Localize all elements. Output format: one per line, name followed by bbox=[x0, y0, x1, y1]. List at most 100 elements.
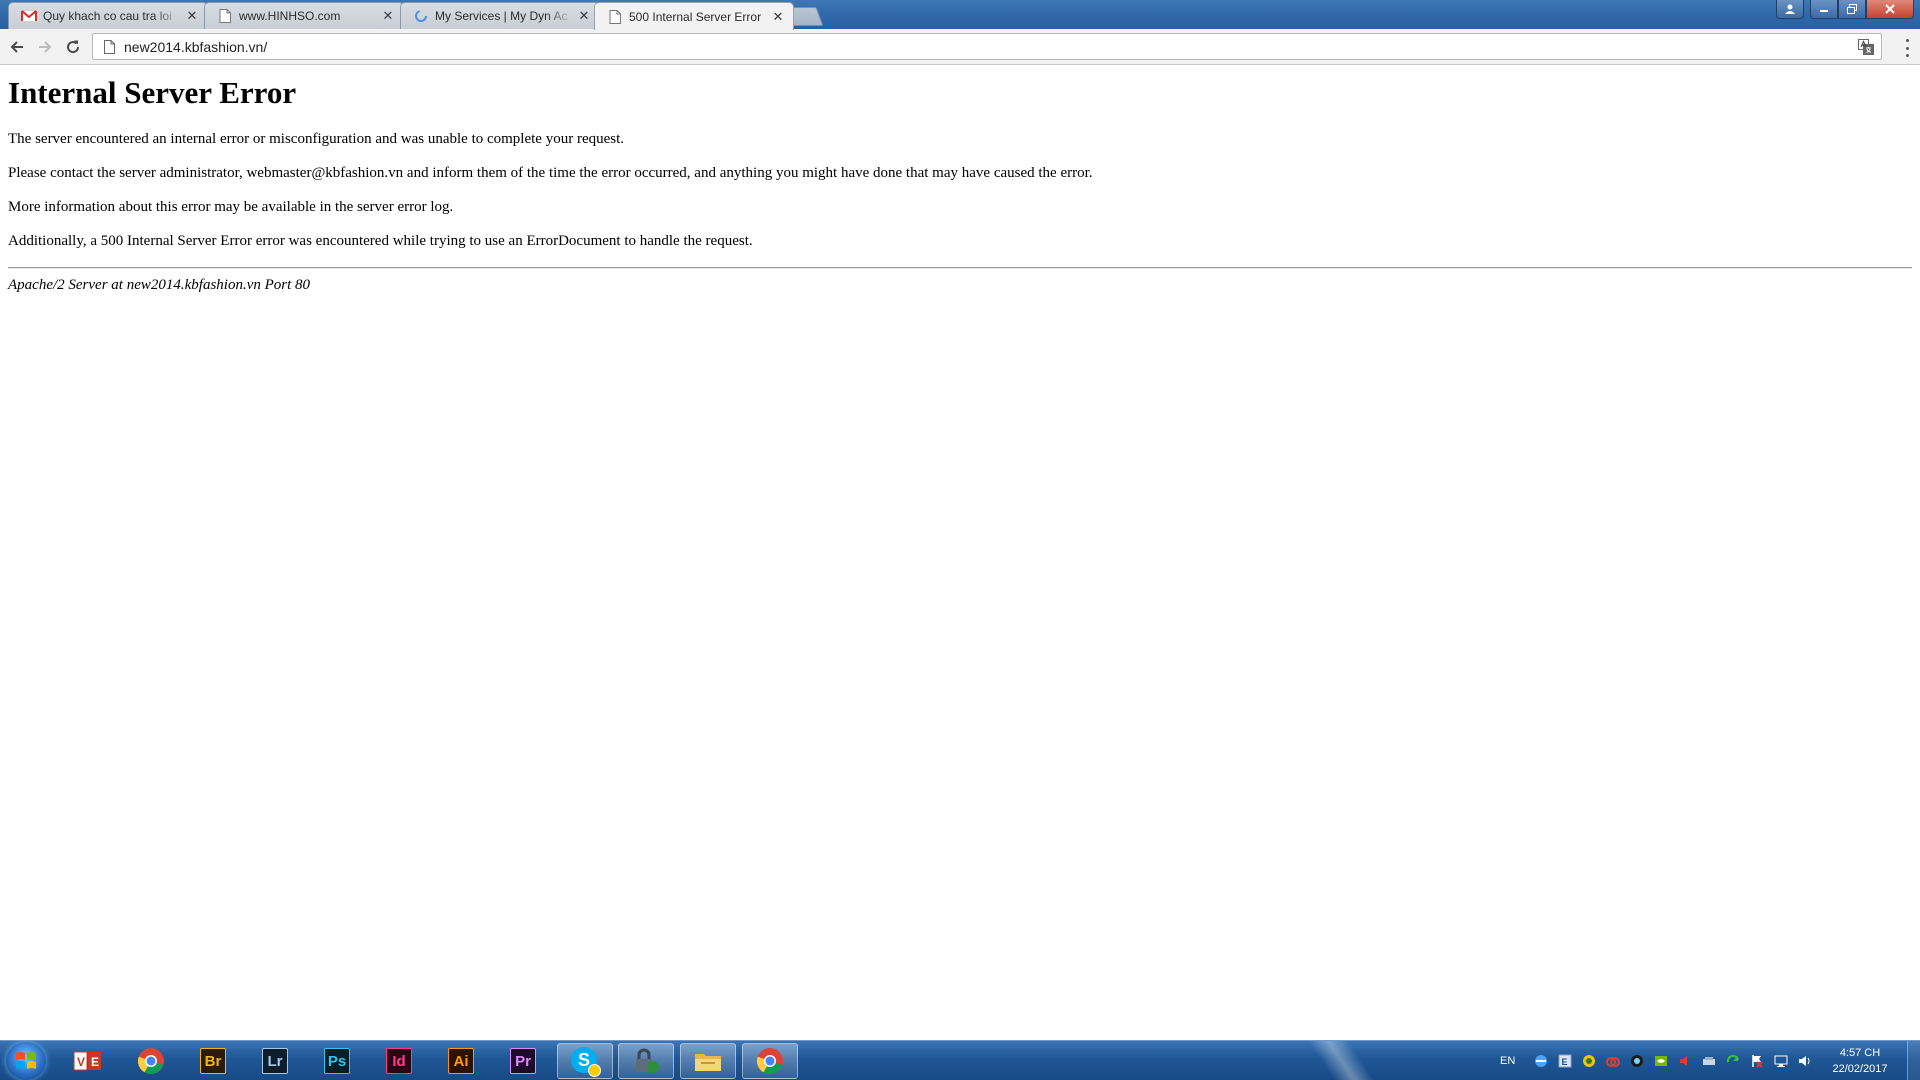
taskbar-app-chrome[interactable] bbox=[123, 1043, 179, 1079]
error-paragraph-3: More information about this error may be… bbox=[8, 199, 454, 215]
unikey-icon: V E bbox=[73, 1051, 101, 1071]
window-controls bbox=[1776, 0, 1914, 19]
indesign-icon: Id bbox=[386, 1048, 412, 1074]
close-icon[interactable]: ✕ bbox=[185, 9, 199, 23]
forward-button[interactable] bbox=[35, 37, 55, 57]
error-paragraph-2: Please contact the server administrator,… bbox=[8, 165, 1093, 181]
close-window-button[interactable] bbox=[1866, 0, 1914, 19]
network-globe-icon[interactable] bbox=[1533, 1053, 1549, 1069]
clock-date: 22/02/2017 bbox=[1832, 1063, 1888, 1075]
taskbar-clock[interactable]: 4:57 CH 22/02/2017 bbox=[1812, 1045, 1908, 1077]
security-tray-icon[interactable] bbox=[1581, 1053, 1597, 1069]
tab-error-page[interactable]: 500 Internal Server Error ✕ bbox=[594, 2, 794, 30]
taskbar-app-vpn[interactable] bbox=[618, 1043, 674, 1079]
gmail-icon bbox=[21, 8, 37, 24]
tab-title: 500 Internal Server Error bbox=[629, 9, 762, 24]
loading-icon bbox=[413, 8, 429, 24]
display-tray-icon[interactable] bbox=[1629, 1053, 1645, 1069]
restore-icon bbox=[1847, 4, 1857, 14]
illustrator-icon: Ai bbox=[448, 1048, 474, 1074]
taskbar-app-skype[interactable]: S bbox=[557, 1043, 613, 1079]
page-icon bbox=[217, 8, 233, 24]
menu-dot bbox=[1905, 39, 1909, 42]
svg-text:E: E bbox=[91, 1055, 99, 1069]
svg-text:E: E bbox=[1562, 1057, 1568, 1067]
taskbar-app-explorer[interactable] bbox=[680, 1043, 736, 1079]
tab-gmail[interactable]: Quy khach co cau tra loi ✕ bbox=[8, 2, 208, 29]
minimize-icon bbox=[1820, 10, 1828, 12]
usb-tray-icon[interactable] bbox=[1701, 1053, 1717, 1069]
language-indicator[interactable]: EN bbox=[1500, 1055, 1515, 1067]
clock-time: 4:57 CH bbox=[1839, 1047, 1881, 1059]
page-title: Internal Server Error bbox=[8, 75, 297, 110]
chrome-icon bbox=[756, 1048, 783, 1075]
creative-cloud-tray-icon[interactable] bbox=[1605, 1053, 1621, 1069]
bridge-icon: Br bbox=[200, 1048, 226, 1074]
close-icon[interactable]: ✕ bbox=[577, 9, 591, 23]
tab-title: www.HINHSO.com bbox=[239, 9, 341, 23]
address-bar[interactable] bbox=[92, 33, 1882, 60]
show-desktop-button[interactable] bbox=[1907, 1041, 1920, 1080]
close-icon bbox=[1885, 4, 1895, 14]
browser-toolbar bbox=[0, 29, 1920, 65]
browser-menu-button[interactable] bbox=[1904, 39, 1910, 57]
windows-logo-icon bbox=[16, 1052, 36, 1069]
menu-dot bbox=[1905, 54, 1909, 57]
page-info-icon[interactable] bbox=[102, 39, 116, 54]
taskbar-app-illustrator[interactable]: Ai bbox=[433, 1043, 489, 1079]
svg-text:V: V bbox=[77, 1055, 85, 1069]
muted-speaker-alert-icon[interactable] bbox=[1677, 1053, 1693, 1069]
page-icon bbox=[607, 9, 623, 25]
network-icon[interactable] bbox=[1773, 1053, 1789, 1069]
screen: Quy khach co cau tra loi ✕ www.HINHSO.co… bbox=[0, 0, 1920, 1080]
translate-icon[interactable] bbox=[1857, 38, 1875, 56]
taskbar-app-chrome-active[interactable] bbox=[742, 1043, 798, 1079]
tab-title: My Services | My Dyn Ac bbox=[435, 9, 568, 23]
maximize-button[interactable] bbox=[1838, 0, 1866, 19]
chrome-icon bbox=[137, 1048, 164, 1075]
sync-tray-icon[interactable] bbox=[1725, 1053, 1741, 1069]
taskbar-app-premiere[interactable]: Pr bbox=[495, 1043, 551, 1079]
close-icon[interactable]: ✕ bbox=[771, 9, 785, 24]
taskbar-app-lightroom[interactable]: Lr bbox=[247, 1043, 303, 1079]
notification-badge bbox=[588, 1064, 601, 1077]
error-paragraph-1: The server encountered an internal error… bbox=[8, 131, 625, 147]
divider bbox=[8, 267, 1912, 269]
tab-my-services[interactable]: My Services | My Dyn Ac ✕ bbox=[400, 2, 600, 29]
url-input[interactable] bbox=[124, 38, 1857, 55]
minimize-button[interactable] bbox=[1810, 0, 1838, 19]
nvidia-tray-icon[interactable] bbox=[1653, 1053, 1669, 1069]
tab-title: Quy khach co cau tra loi bbox=[43, 9, 172, 23]
page-content: Internal Server Error The server encount… bbox=[0, 65, 1920, 1040]
error-paragraph-4: Additionally, a 500 Internal Server Erro… bbox=[8, 233, 753, 249]
browser-titlebar: Quy khach co cau tra loi ✕ www.HINHSO.co… bbox=[0, 0, 1920, 30]
taskbar-app-bridge[interactable]: Br bbox=[185, 1043, 241, 1079]
taskbar-app-indesign[interactable]: Id bbox=[371, 1043, 427, 1079]
reload-button[interactable] bbox=[63, 37, 83, 57]
taskbar-app-unikey[interactable]: V E bbox=[60, 1043, 116, 1079]
volume-icon[interactable] bbox=[1797, 1053, 1813, 1069]
tab-hinhso[interactable]: www.HINHSO.com ✕ bbox=[204, 2, 404, 29]
photoshop-icon: Ps bbox=[324, 1048, 350, 1074]
unikey-tray-icon[interactable]: E bbox=[1557, 1053, 1573, 1069]
arrow-left-icon bbox=[10, 41, 23, 53]
close-icon[interactable]: ✕ bbox=[381, 9, 395, 23]
reload-icon bbox=[67, 40, 80, 54]
system-tray: EN E bbox=[1500, 1041, 1817, 1080]
skype-icon: S bbox=[571, 1047, 601, 1077]
back-button[interactable] bbox=[7, 37, 27, 57]
folder-icon bbox=[695, 1054, 721, 1071]
premiere-icon: Pr bbox=[510, 1048, 536, 1074]
taskbar-shine bbox=[1270, 1041, 1420, 1080]
taskbar-app-photoshop[interactable]: Ps bbox=[309, 1043, 365, 1079]
lightroom-icon: Lr bbox=[262, 1048, 288, 1074]
user-icon bbox=[1785, 4, 1795, 14]
lock-icon bbox=[636, 1048, 659, 1073]
menu-dot bbox=[1905, 46, 1909, 50]
start-button[interactable] bbox=[6, 1042, 46, 1080]
server-signature: Apache/2 Server at new2014.kbfashion.vn … bbox=[8, 277, 311, 293]
arrow-right-icon bbox=[39, 41, 52, 53]
taskbar: V E Br Lr Ps Id Ai Pr S EN E 4:57 CH 22/… bbox=[0, 1040, 1920, 1080]
profile-button[interactable] bbox=[1776, 0, 1804, 19]
action-center-flag-icon[interactable] bbox=[1749, 1053, 1765, 1069]
